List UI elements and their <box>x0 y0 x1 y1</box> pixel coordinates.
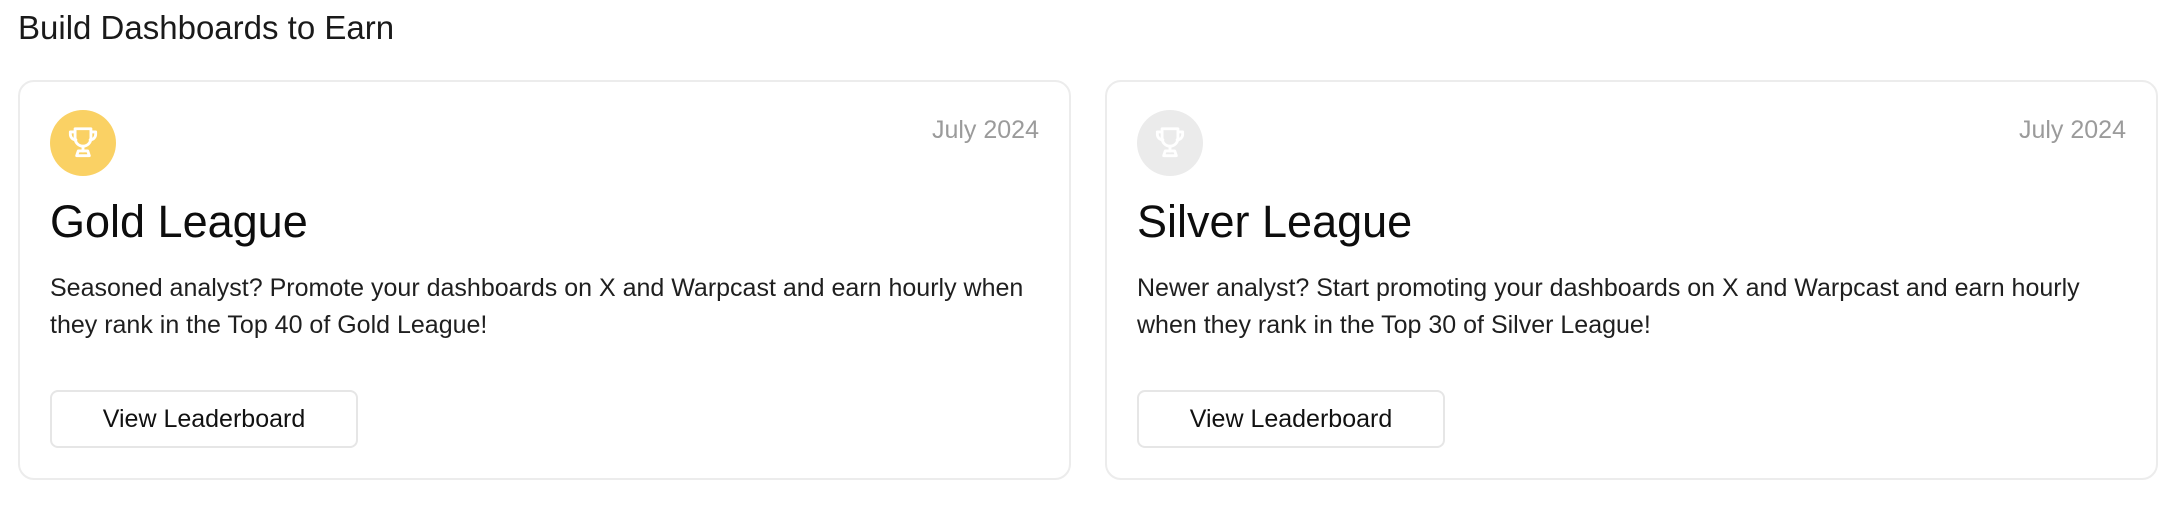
card-header: July 2024 <box>50 110 1039 178</box>
card-header: July 2024 <box>1137 110 2126 178</box>
card-date: July 2024 <box>931 116 1039 144</box>
gold-trophy-badge <box>50 110 116 176</box>
view-leaderboard-button[interactable]: View Leaderboard <box>1137 390 1445 448</box>
silver-league-card: July 2024 Silver League Newer analyst? S… <box>1105 80 2158 480</box>
card-title: Gold League <box>50 196 308 247</box>
section-title: Build Dashboards to Earn <box>18 9 395 46</box>
card-date: July 2024 <box>2018 116 2126 144</box>
card-description: Seasoned analyst? Promote your dashboard… <box>50 274 1024 339</box>
gold-league-card: July 2024 Gold League Seasoned analyst? … <box>18 80 1071 480</box>
league-cards: July 2024 Gold League Seasoned analyst? … <box>18 80 2158 480</box>
trophy-icon <box>68 127 98 158</box>
view-leaderboard-button[interactable]: View Leaderboard <box>50 390 358 448</box>
card-title: Silver League <box>1137 196 1413 247</box>
page: Build Dashboards to Earn July 2024 Gold … <box>0 0 2176 506</box>
card-description: Newer analyst? Start promoting your dash… <box>1137 274 2080 339</box>
silver-trophy-badge <box>1137 110 1203 176</box>
trophy-icon <box>1155 127 1185 158</box>
